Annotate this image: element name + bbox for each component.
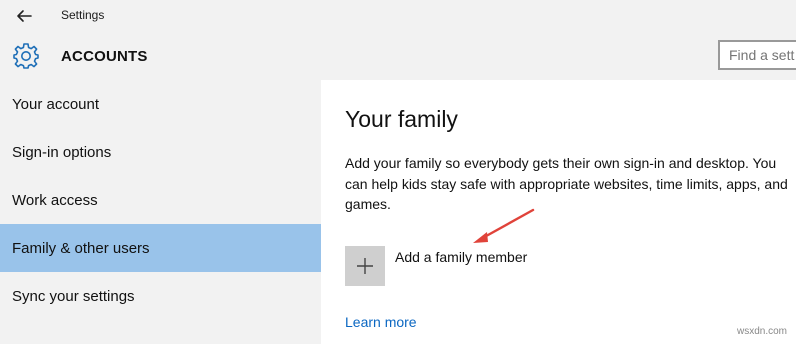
add-family-member-label[interactable]: Add a family member bbox=[395, 249, 527, 265]
window-title: Settings bbox=[61, 8, 105, 22]
main-content: Your family Add your family so everybody… bbox=[321, 80, 796, 344]
title-bar: Settings bbox=[0, 0, 796, 32]
sidebar: Your account Sign-in options Work access… bbox=[0, 80, 321, 344]
sidebar-item-label: Your account bbox=[12, 96, 100, 113]
learn-more-link[interactable]: Learn more bbox=[345, 314, 417, 330]
sidebar-item-sync-settings[interactable]: Sync your settings bbox=[0, 272, 321, 320]
sidebar-item-work-access[interactable]: Work access bbox=[0, 176, 321, 224]
section-title: Your family bbox=[345, 106, 458, 132]
section-description: Add your family so everybody gets their … bbox=[345, 155, 788, 212]
back-button[interactable] bbox=[10, 4, 38, 28]
sidebar-item-label: Sync your settings bbox=[12, 288, 135, 305]
sidebar-item-your-account[interactable]: Your account bbox=[0, 80, 321, 128]
watermark: wsxdn.com bbox=[737, 326, 788, 337]
annotation-arrow-icon bbox=[473, 208, 535, 243]
header: ACCOUNTS bbox=[0, 32, 796, 80]
search-input[interactable] bbox=[718, 40, 796, 70]
back-arrow-icon bbox=[17, 10, 32, 22]
gear-icon bbox=[13, 43, 39, 69]
sidebar-item-label: Family & other users bbox=[12, 240, 150, 257]
sidebar-item-label: Work access bbox=[12, 192, 98, 209]
page-title: ACCOUNTS bbox=[61, 48, 148, 65]
sidebar-item-label: Sign-in options bbox=[12, 144, 112, 161]
plus-icon bbox=[357, 258, 373, 274]
sidebar-item-sign-in-options[interactable]: Sign-in options bbox=[0, 128, 321, 176]
sidebar-item-family-other-users[interactable]: Family & other users bbox=[0, 224, 321, 272]
add-family-member-button[interactable] bbox=[345, 246, 385, 286]
